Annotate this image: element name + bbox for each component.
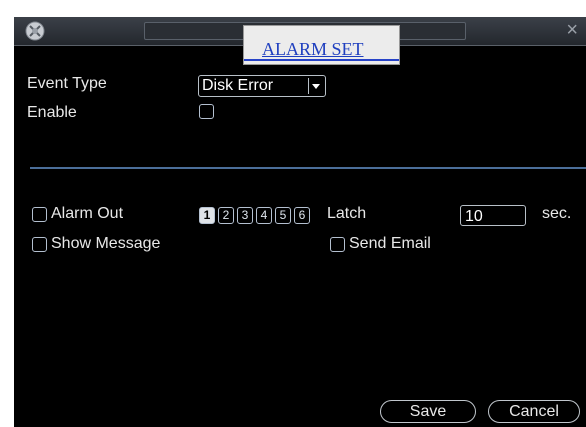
window-title: ALARM SET: [262, 39, 364, 59]
alarm-out-checkbox[interactable]: [32, 207, 47, 222]
alarm-set-window: × ALARM SET Event Type Disk Error Enable…: [14, 17, 586, 427]
alarm-out-label: Alarm Out: [51, 205, 124, 222]
event-type-value: Disk Error: [202, 77, 274, 94]
close-icon[interactable]: ×: [566, 19, 578, 41]
title-underline: [244, 59, 399, 61]
enable-checkbox[interactable]: [199, 104, 214, 119]
event-type-label: Event Type: [27, 75, 107, 92]
event-type-dropdown[interactable]: Disk Error: [198, 75, 326, 97]
alarm-channel-2-button[interactable]: 2: [218, 207, 234, 224]
latch-unit: sec.: [542, 205, 572, 222]
send-email-checkbox[interactable]: [330, 237, 345, 252]
alarm-channel-3-button[interactable]: 3: [237, 207, 253, 224]
chevron-down-icon[interactable]: [308, 78, 323, 94]
show-message-checkbox[interactable]: [32, 237, 47, 252]
latch-input[interactable]: 10: [460, 205, 526, 226]
latch-label: Latch: [327, 205, 367, 222]
enable-label: Enable: [27, 104, 77, 121]
cancel-button[interactable]: Cancel: [488, 400, 580, 423]
alarm-channel-1-button[interactable]: 1: [199, 207, 215, 224]
window-title-tab: ALARM SET: [243, 25, 400, 65]
alarm-channel-5-button[interactable]: 5: [275, 207, 291, 224]
section-divider: [30, 167, 586, 169]
app-logo-icon: [25, 21, 45, 41]
alarm-channel-4-button[interactable]: 4: [256, 207, 272, 224]
alarm-channel-6-button[interactable]: 6: [294, 207, 310, 224]
send-email-label: Send Email: [349, 235, 431, 252]
save-button[interactable]: Save: [380, 400, 476, 423]
show-message-label: Show Message: [51, 235, 161, 252]
